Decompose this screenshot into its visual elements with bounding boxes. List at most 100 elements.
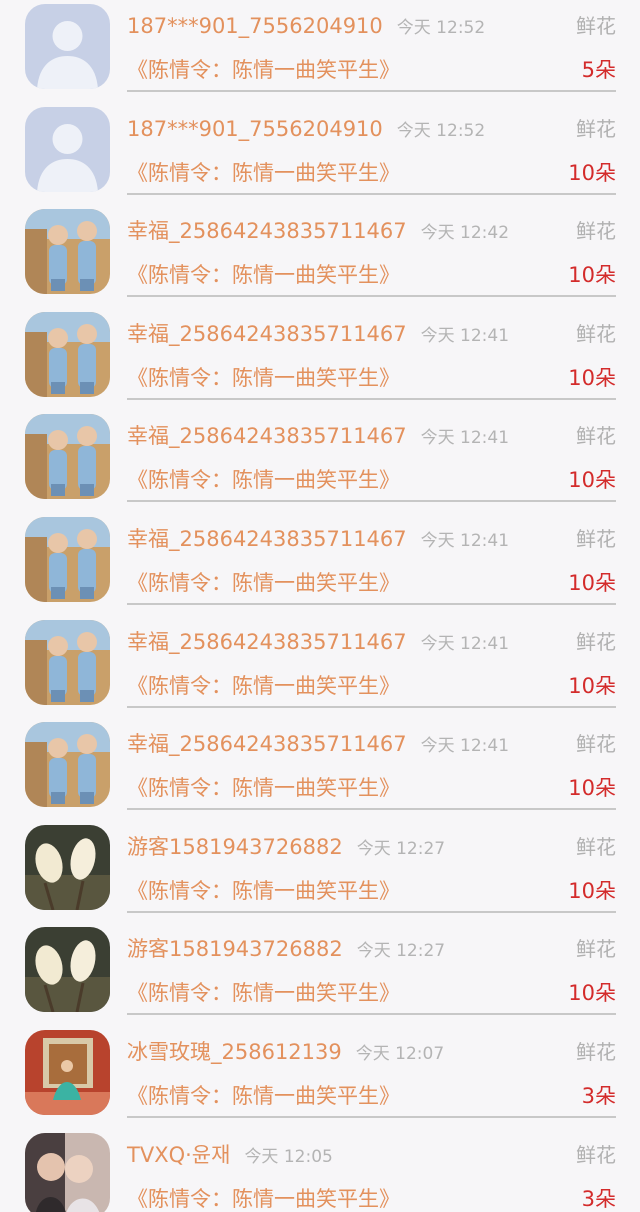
- username[interactable]: 187***901_7556204910: [127, 14, 383, 38]
- list-item[interactable]: 幸福_25864243835711467 今天 12:42 鲜花《陈情令：陈情一曲笑…: [0, 205, 640, 308]
- gift-type-label: 鲜花: [576, 116, 616, 141]
- divider: [127, 397, 616, 400]
- twins-photo-avatar[interactable]: [25, 311, 110, 397]
- gift-count: 3朵: [581, 1186, 616, 1211]
- program-title[interactable]: 《陈情令：陈情一曲笑平生》: [127, 873, 400, 909]
- timestamp: 今天 12:41: [420, 325, 510, 346]
- username[interactable]: 幸福_25864243835711467: [127, 732, 407, 756]
- gift-type-label: 鲜花: [576, 321, 616, 346]
- name-line: 幸福_25864243835711467 今天 12:42: [127, 213, 509, 249]
- gift-type-label: 鲜花: [576, 219, 616, 244]
- username[interactable]: 游客1581943726882: [127, 835, 343, 859]
- twins-photo-avatar[interactable]: [25, 619, 110, 705]
- list-item[interactable]: TVXQ·윤재 今天 12:05 鲜花《陈情令：陈情一曲笑平生》 3朵: [0, 1129, 640, 1212]
- username[interactable]: 幸福_25864243835711467: [127, 322, 407, 346]
- divider: [127, 192, 616, 195]
- gift-type-label: 鲜花: [576, 937, 616, 962]
- name-line: 187***901_7556204910 今天 12:52: [127, 8, 485, 44]
- gift-type-label: 鲜花: [576, 424, 616, 449]
- timestamp: 今天 12:52: [396, 120, 486, 141]
- program-title[interactable]: 《陈情令：陈情一曲笑平生》: [127, 52, 400, 88]
- magnolia-photo-avatar[interactable]: [25, 927, 110, 1013]
- magnolia-photo-avatar[interactable]: [25, 824, 110, 910]
- program-title[interactable]: 《陈情令：陈情一曲笑平生》: [127, 565, 400, 601]
- timestamp: 今天 12:41: [420, 736, 510, 757]
- username[interactable]: 冰雪玫瑰_258612139: [127, 1040, 342, 1064]
- gift-count: 10朵: [568, 160, 616, 185]
- name-line: 幸福_25864243835711467 今天 12:41: [127, 624, 509, 660]
- twins-photo-avatar[interactable]: [25, 414, 110, 500]
- name-line: 幸福_25864243835711467 今天 12:41: [127, 316, 509, 352]
- program-title[interactable]: 《陈情令：陈情一曲笑平生》: [127, 360, 400, 396]
- list-item[interactable]: 游客1581943726882 今天 12:27 鲜花《陈情令：陈情一曲笑平生》 10…: [0, 923, 640, 1026]
- gift-count: 10朵: [568, 981, 616, 1006]
- username[interactable]: 187***901_7556204910: [127, 117, 383, 141]
- gift-count: 10朵: [568, 468, 616, 493]
- twins-photo-avatar[interactable]: [25, 209, 110, 295]
- username[interactable]: 幸福_25864243835711467: [127, 527, 407, 551]
- username[interactable]: 幸福_25864243835711467: [127, 424, 407, 448]
- timestamp: 今天 12:52: [396, 18, 486, 38]
- girl-photo-avatar[interactable]: [25, 1030, 110, 1115]
- program-title[interactable]: 《陈情令：陈情一曲笑平生》: [127, 155, 400, 191]
- name-line: TVXQ·윤재 今天 12:05: [127, 1137, 333, 1173]
- timestamp: 今天 12:42: [420, 223, 510, 244]
- program-title[interactable]: 《陈情令：陈情一曲笑平生》: [127, 462, 400, 498]
- name-line: 187***901_7556204910 今天 12:52: [127, 111, 485, 147]
- divider: [127, 295, 616, 298]
- twins-photo-avatar[interactable]: [25, 722, 110, 808]
- name-line: 游客1581943726882 今天 12:27: [127, 829, 445, 865]
- gift-count: 10朵: [568, 673, 616, 698]
- list-item[interactable]: 187***901_7556204910 今天 12:52 鲜花《陈情令：陈情一曲笑…: [0, 103, 640, 206]
- gift-type-label: 鲜花: [576, 629, 616, 654]
- gift-type-label: 鲜花: [576, 14, 616, 38]
- name-line: 冰雪玫瑰_258612139 今天 12:07: [127, 1034, 444, 1070]
- username[interactable]: 游客1581943726882: [127, 937, 343, 961]
- timestamp: 今天 12:41: [420, 428, 510, 449]
- gift-count: 10朵: [568, 878, 616, 903]
- gift-type-label: 鲜花: [576, 1142, 616, 1167]
- name-line: 幸福_25864243835711467 今天 12:41: [127, 418, 509, 454]
- gift-count: 10朵: [568, 365, 616, 390]
- list-item[interactable]: 幸福_25864243835711467 今天 12:41 鲜花《陈情令：陈情一曲笑…: [0, 308, 640, 411]
- name-line: 幸福_25864243835711467 今天 12:41: [127, 726, 509, 762]
- gift-count: 3朵: [581, 1084, 616, 1108]
- list-item[interactable]: 冰雪玫瑰_258612139 今天 12:07 鲜花 《陈情令：陈情一曲笑平生》 3朵: [0, 1026, 640, 1129]
- gift-count: 10朵: [568, 263, 616, 288]
- gift-type-label: 鲜花: [576, 527, 616, 551]
- list-item[interactable]: 幸福_25864243835711467 今天 12:41 鲜花《陈情令：陈情一曲笑…: [0, 410, 640, 513]
- list-item[interactable]: 幸福_25864243835711467 今天 12:41 鲜花《陈情令：陈情一曲笑…: [0, 718, 640, 821]
- list-item[interactable]: 幸福_25864243835711467 今天 12:41 鲜花《陈情令：陈情一曲笑…: [0, 513, 640, 616]
- divider: [127, 808, 616, 811]
- gift-record-list: 187***901_7556204910 今天 12:52 鲜花 《陈情令：陈情一曲笑…: [0, 0, 640, 1212]
- gift-count: 5朵: [581, 58, 616, 82]
- name-line: 幸福_25864243835711467 今天 12:41: [127, 521, 509, 557]
- program-title[interactable]: 《陈情令：陈情一曲笑平生》: [127, 1181, 400, 1212]
- username[interactable]: 幸福_25864243835711467: [127, 219, 407, 243]
- divider: [127, 705, 616, 708]
- gift-count: 10朵: [568, 776, 616, 801]
- divider: [127, 500, 616, 503]
- gift-type-label: 鲜花: [576, 732, 616, 757]
- timestamp: 今天 12:07: [355, 1044, 445, 1064]
- list-item[interactable]: 幸福_25864243835711467 今天 12:41 鲜花《陈情令：陈情一曲笑…: [0, 616, 640, 719]
- default-avatar-icon[interactable]: [25, 4, 110, 89]
- default-avatar-icon[interactable]: [25, 106, 110, 192]
- twins-photo-avatar[interactable]: [25, 517, 110, 602]
- program-title[interactable]: 《陈情令：陈情一曲笑平生》: [127, 1078, 400, 1114]
- program-title[interactable]: 《陈情令：陈情一曲笑平生》: [127, 770, 400, 806]
- timestamp: 今天 12:27: [356, 941, 446, 962]
- program-title[interactable]: 《陈情令：陈情一曲笑平生》: [127, 257, 400, 293]
- program-title[interactable]: 《陈情令：陈情一曲笑平生》: [127, 975, 400, 1011]
- username[interactable]: 幸福_25864243835711467: [127, 630, 407, 654]
- username[interactable]: TVXQ·윤재: [127, 1143, 230, 1167]
- timestamp: 今天 12:41: [420, 633, 510, 654]
- list-item[interactable]: 游客1581943726882 今天 12:27 鲜花《陈情令：陈情一曲笑平生》 10…: [0, 821, 640, 924]
- couple-photo-avatar[interactable]: [25, 1132, 110, 1212]
- gift-type-label: 鲜花: [576, 834, 616, 859]
- timestamp: 今天 12:27: [356, 838, 446, 859]
- name-line: 游客1581943726882 今天 12:27: [127, 931, 445, 967]
- divider: [127, 910, 616, 913]
- program-title[interactable]: 《陈情令：陈情一曲笑平生》: [127, 668, 400, 704]
- list-item[interactable]: 187***901_7556204910 今天 12:52 鲜花《陈情令：陈情一曲笑…: [0, 0, 640, 103]
